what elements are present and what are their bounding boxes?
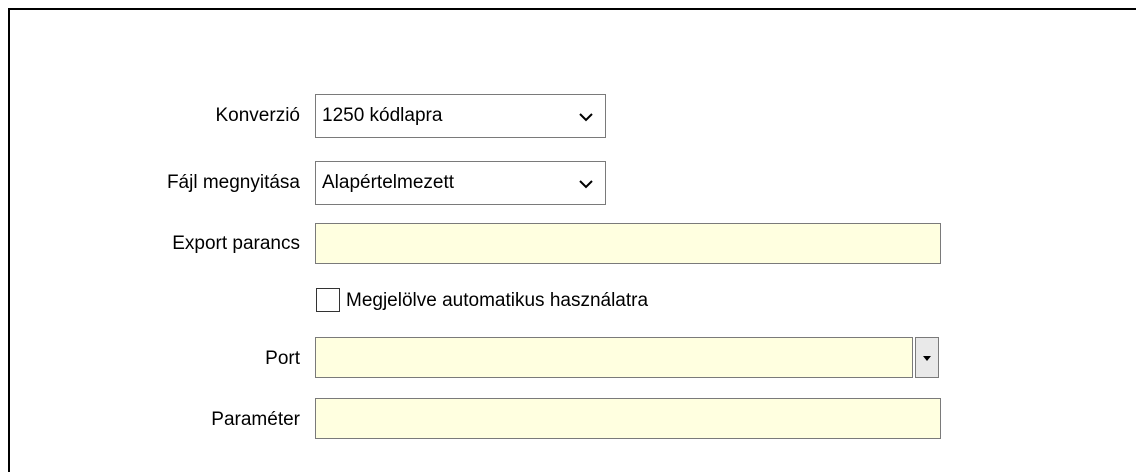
conversion-label: Konverzió	[215, 105, 301, 126]
auto-use-checkbox[interactable]	[316, 288, 340, 312]
export-command-input[interactable]	[315, 223, 941, 264]
parameter-label: Paraméter	[211, 409, 300, 430]
file-open-select[interactable]: Alapértelmezett	[315, 161, 606, 205]
triangle-down-icon	[923, 356, 931, 361]
auto-use-label[interactable]: Megjelölve automatikus használatra	[346, 290, 648, 312]
file-open-select-value: Alapértelmezett	[322, 172, 455, 193]
port-dropdown-button[interactable]	[915, 337, 939, 378]
chevron-down-icon	[579, 113, 593, 122]
port-input[interactable]	[315, 337, 913, 378]
export-command-label: Export parancs	[172, 233, 300, 254]
conversion-select[interactable]: 1250 kódlapra	[315, 94, 606, 138]
port-label: Port	[265, 348, 300, 369]
conversion-select-value: 1250 kódlapra	[322, 105, 443, 126]
chevron-down-icon	[579, 180, 593, 189]
parameter-input[interactable]	[315, 398, 941, 439]
file-open-label: Fájl megnyitása	[166, 172, 300, 193]
